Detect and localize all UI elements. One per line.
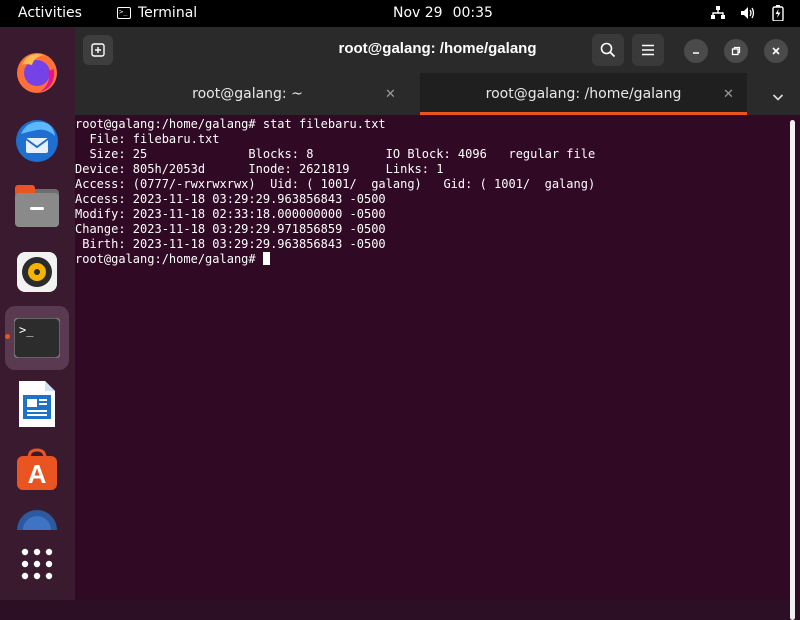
terminal-prompt: root@galang:/home/galang#	[75, 252, 263, 266]
terminal-line: Access: (0777/-rwxrwxrwx) Uid: ( 1001/ g…	[75, 177, 596, 191]
tab-home-galang[interactable]: root@galang: /home/galang ✕	[420, 73, 747, 115]
search-icon	[600, 42, 616, 58]
top-bar: Activities >_ Terminal Nov 29 00:35	[0, 0, 800, 27]
close-button[interactable]	[764, 39, 788, 63]
running-indicator	[5, 334, 10, 339]
terminal-app-icon: >_	[117, 7, 131, 19]
thunderbird-icon[interactable]	[5, 108, 69, 172]
clock-time: 00:35	[452, 5, 493, 21]
terminal-text: root@galang:/home/galang# stat filebaru.…	[75, 117, 595, 267]
terminal-line: Birth: 2023-11-18 03:29:29.963856843 -05…	[75, 237, 386, 251]
minimize-button[interactable]	[684, 39, 708, 63]
terminal-icon[interactable]: >_	[5, 306, 69, 370]
close-icon	[772, 47, 780, 55]
help-icon[interactable]	[5, 504, 69, 530]
tab-close-icon[interactable]: ✕	[723, 87, 734, 102]
clock[interactable]: Nov 29 00:35	[393, 5, 493, 21]
tab-label: root@galang: ~	[192, 86, 303, 102]
terminal-line: Size: 25 Blocks: 8 IO Block: 4096 regula…	[75, 147, 596, 161]
dock: >_ A	[0, 27, 75, 600]
app-center-icon[interactable]: A	[5, 438, 69, 502]
tab-home[interactable]: root@galang: ~ ✕	[75, 73, 420, 115]
app-menu-label: Terminal	[138, 5, 198, 21]
terminal-output[interactable]: root@galang:/home/galang# stat filebaru.…	[75, 115, 789, 600]
terminal-line: Device: 805h/2053d Inode: 2621819 Links:…	[75, 162, 444, 176]
terminal-cursor	[262, 252, 270, 265]
terminal-window: root@galang: /home/galang root@galang: ~…	[75, 27, 800, 620]
search-button[interactable]	[592, 34, 624, 66]
terminal-line: Change: 2023-11-18 03:29:29.971856859 -0…	[75, 222, 386, 236]
app-menu[interactable]: >_ Terminal	[117, 5, 197, 21]
rhythmbox-icon[interactable]	[5, 240, 69, 304]
hamburger-menu-icon	[642, 44, 654, 56]
chevron-down-icon	[772, 94, 784, 101]
svg-text:>_: >_	[19, 323, 34, 337]
battery-icon[interactable]	[770, 5, 786, 21]
restore-icon	[731, 46, 741, 56]
terminal-line: Access: 2023-11-18 03:29:29.963856843 -0…	[75, 192, 386, 206]
system-tray[interactable]	[710, 5, 786, 21]
files-icon[interactable]	[5, 174, 69, 238]
terminal-line: root@galang:/home/galang# stat filebaru.…	[75, 117, 386, 131]
scrollbar[interactable]	[790, 120, 795, 620]
libreoffice-writer-icon[interactable]	[5, 372, 69, 436]
minimize-icon	[693, 52, 699, 54]
network-icon[interactable]	[710, 6, 726, 20]
tab-overflow-button[interactable]	[772, 87, 784, 106]
firefox-icon[interactable]	[5, 40, 69, 104]
terminal-line: File: filebaru.txt	[75, 132, 220, 146]
terminal-line: Modify: 2023-11-18 02:33:18.000000000 -0…	[75, 207, 386, 221]
show-apps-icon[interactable]	[5, 532, 69, 596]
maximize-button[interactable]	[724, 39, 748, 63]
tab-close-icon[interactable]: ✕	[385, 87, 396, 102]
activities-button[interactable]: Activities	[18, 5, 82, 21]
tab-bar: root@galang: ~ ✕ root@galang: /home/gala…	[75, 73, 800, 115]
tab-label: root@galang: /home/galang	[485, 86, 682, 102]
menu-button[interactable]	[632, 34, 664, 66]
clock-date: Nov 29	[393, 5, 443, 21]
svg-text:A: A	[28, 459, 47, 489]
volume-icon[interactable]	[740, 6, 756, 20]
header-bar: root@galang: /home/galang	[75, 27, 800, 73]
